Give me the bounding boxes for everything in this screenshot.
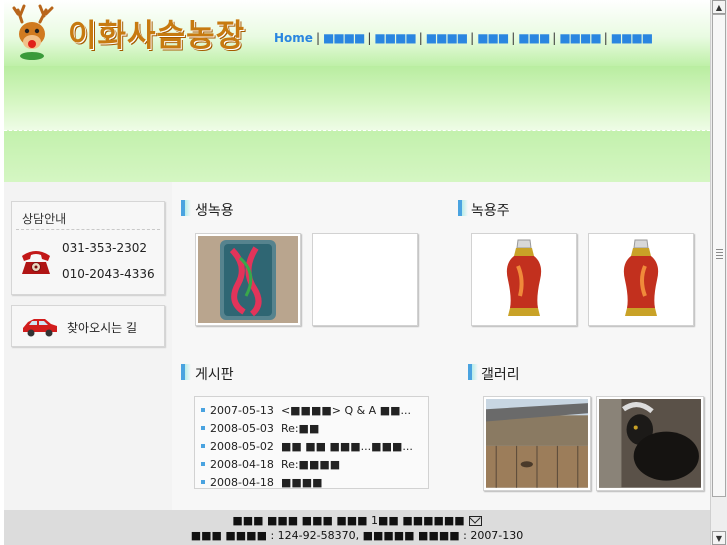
post-date: 2008-05-03 bbox=[210, 421, 274, 435]
consult-box: 상담안내 031-353-2302 010-2043-4336 bbox=[11, 201, 165, 295]
list-item[interactable]: 2007-05-13 <■■■■> Q & A ■■... bbox=[201, 401, 413, 419]
consult-phone-2: 010-2043-4336 bbox=[62, 267, 155, 281]
content-area: 상담안내 031-353-2302 010-2043-4336 찾아오시는 길 … bbox=[4, 182, 710, 510]
mail-icon[interactable] bbox=[468, 516, 482, 526]
gallery-thumb-farm[interactable] bbox=[483, 396, 591, 491]
site-header: 이화사슴농장 Home | ■■■■ | ■■■■ | ■■■■ | ■■■ |… bbox=[4, 0, 710, 66]
list-item[interactable]: 2008-04-18 Re:■■■■ bbox=[201, 455, 413, 473]
post-title[interactable]: ■■■■ bbox=[281, 476, 323, 489]
list-item[interactable]: 2008-04-18 ■■■■ bbox=[201, 473, 413, 491]
telephone-icon bbox=[22, 251, 50, 274]
vertical-scrollbar[interactable]: ▲ ▼ bbox=[710, 0, 727, 545]
nav-separator: | bbox=[418, 31, 423, 45]
directions-label: 찾아오시는 길 bbox=[67, 321, 138, 335]
nav-item-5[interactable]: ■■■ bbox=[518, 31, 550, 45]
footer-address-text: ■■■ ■■■ ■■■ ■■■ 1■■ ■■■■■■ bbox=[232, 514, 465, 527]
nav-item-4[interactable]: ■■■ bbox=[477, 31, 509, 45]
section-title-fresh-antler[interactable]: 생녹용 bbox=[195, 200, 234, 220]
liquor-bottle-image bbox=[474, 236, 574, 323]
nav-separator: | bbox=[552, 31, 557, 45]
nav-separator: | bbox=[367, 31, 372, 45]
divider bbox=[16, 229, 160, 230]
footer-business-info: ■■■ ■■■■ : 124-92-58370, ■■■■■ ■■■■ : 20… bbox=[190, 529, 524, 542]
list-item[interactable]: 2008-05-03 Re:■■ bbox=[201, 419, 413, 437]
deer-logo-icon[interactable] bbox=[12, 4, 56, 60]
nav-item-6[interactable]: ■■■■ bbox=[559, 31, 601, 45]
flash-banner-bottom bbox=[4, 130, 710, 183]
nav-separator: | bbox=[470, 31, 475, 45]
site-footer: ■■■ ■■■ ■■■ ■■■ 1■■ ■■■■■■ ■■■ ■■■■ : 12… bbox=[4, 510, 710, 545]
section-marker bbox=[181, 364, 191, 380]
bullet-icon bbox=[201, 426, 205, 430]
car-icon bbox=[23, 319, 57, 337]
post-date: 2008-04-18 bbox=[210, 457, 274, 471]
board-list: 2007-05-13 <■■■■> Q & A ■■... 2008-05-03 R… bbox=[194, 396, 429, 489]
list-item[interactable]: 2008-05-02 ■■ ■■ ■■■...■■■... bbox=[201, 437, 413, 455]
post-title[interactable]: ■■ ■■ ■■■...■■■... bbox=[281, 440, 413, 453]
goat-photo-image bbox=[599, 399, 701, 488]
directions-button[interactable]: 찾아오시는 길 bbox=[11, 305, 165, 347]
product-thumb-empty[interactable] bbox=[312, 233, 418, 326]
post-date: 2007-05-13 bbox=[210, 403, 274, 417]
section-title-board[interactable]: 게시판 bbox=[195, 364, 234, 384]
product-thumb-liquor-1[interactable] bbox=[471, 233, 577, 326]
gallery-thumb-goat[interactable] bbox=[596, 396, 704, 491]
scroll-down-button[interactable]: ▼ bbox=[712, 531, 726, 545]
consult-phone-1: 031-353-2302 bbox=[62, 241, 148, 255]
flash-banner-top bbox=[4, 66, 710, 130]
post-date: 2008-04-18 bbox=[210, 475, 274, 489]
consult-title: 상담안내 bbox=[22, 212, 67, 226]
bullet-icon bbox=[201, 408, 205, 412]
scroll-thumb[interactable] bbox=[712, 14, 726, 497]
post-date: 2008-05-02 bbox=[210, 439, 274, 453]
bullet-icon bbox=[201, 462, 205, 466]
farm-photo-image bbox=[486, 399, 588, 488]
section-marker bbox=[468, 364, 478, 380]
product-thumb-fresh-antler[interactable] bbox=[195, 233, 301, 326]
bullet-icon bbox=[201, 444, 205, 448]
bullet-icon bbox=[201, 480, 205, 484]
post-title[interactable]: <■■■■> Q & A ■■... bbox=[281, 404, 411, 417]
section-title-gallery[interactable]: 갤러리 bbox=[481, 364, 520, 384]
section-marker bbox=[181, 200, 191, 216]
footer-address: ■■■ ■■■ ■■■ ■■■ 1■■ ■■■■■■ bbox=[4, 514, 710, 527]
nav-home[interactable]: Home bbox=[274, 31, 313, 45]
nav-separator: | bbox=[511, 31, 516, 45]
nav-separator: | bbox=[603, 31, 608, 45]
site-title[interactable]: 이화사슴농장 bbox=[68, 10, 245, 55]
nav-item-1[interactable]: ■■■■ bbox=[323, 31, 365, 45]
post-title[interactable]: Re:■■■■ bbox=[281, 458, 340, 471]
nav-item-3[interactable]: ■■■■ bbox=[426, 31, 468, 45]
post-title[interactable]: Re:■■ bbox=[281, 422, 319, 435]
sidebar: 상담안내 031-353-2302 010-2043-4336 찾아오시는 길 bbox=[4, 182, 172, 510]
nav-separator: | bbox=[315, 31, 320, 45]
liquor-bottle-image bbox=[591, 236, 691, 323]
main-area: 생녹용 녹용주 게시판 2007-05-13 <■■■■> Q & A ■■..… bbox=[172, 182, 710, 510]
product-thumb-liquor-2[interactable] bbox=[588, 233, 694, 326]
nav-item-2[interactable]: ■■■■ bbox=[374, 31, 416, 45]
scroll-grip-icon bbox=[716, 249, 723, 261]
main-nav: Home | ■■■■ | ■■■■ | ■■■■ | ■■■ | ■■■ | … bbox=[274, 31, 653, 45]
fresh-antler-image bbox=[198, 236, 298, 323]
scroll-up-button[interactable]: ▲ bbox=[712, 0, 726, 14]
page: 이화사슴농장 Home | ■■■■ | ■■■■ | ■■■■ | ■■■ |… bbox=[0, 0, 710, 545]
nav-item-7[interactable]: ■■■■ bbox=[611, 31, 653, 45]
section-marker bbox=[458, 200, 468, 216]
section-title-antler-liquor[interactable]: 녹용주 bbox=[471, 200, 510, 220]
